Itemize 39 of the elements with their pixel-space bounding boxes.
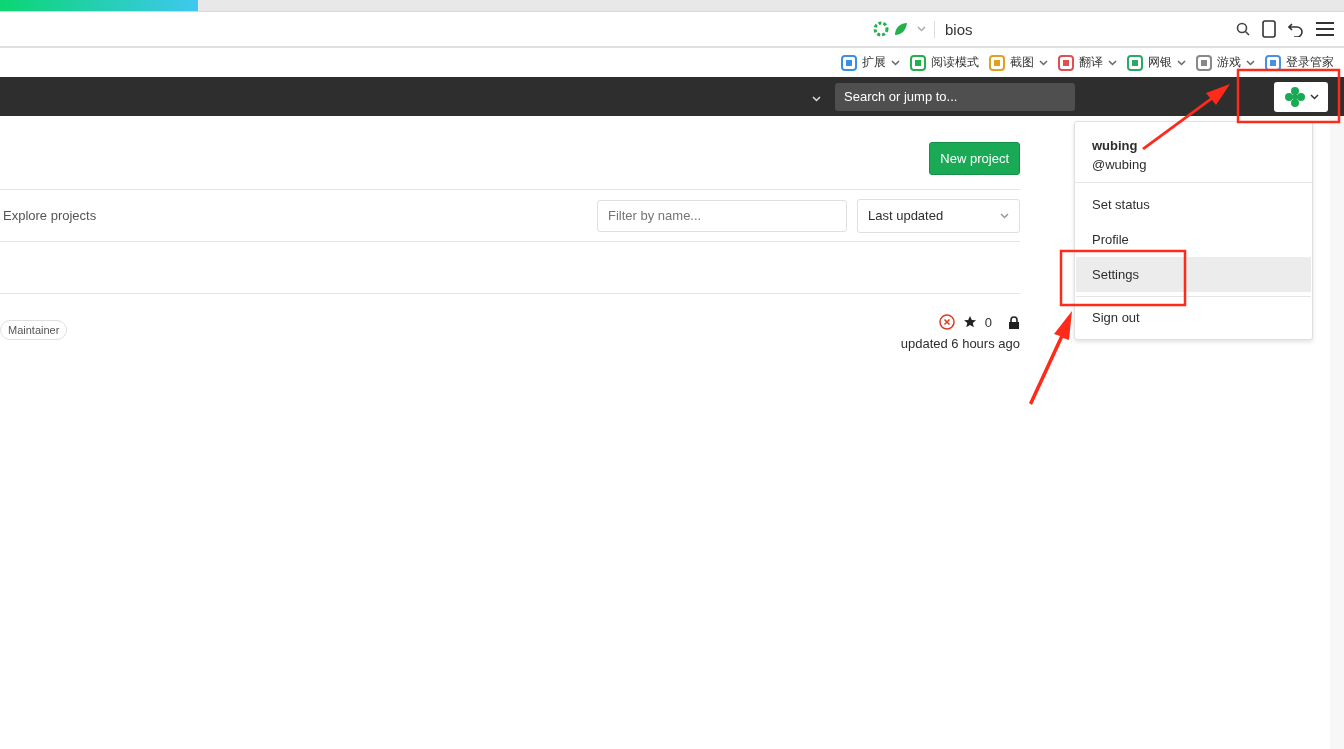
menu-item[interactable]: Profile: [1076, 222, 1311, 257]
failed-status-icon: [938, 314, 955, 330]
search-icon[interactable]: [1236, 22, 1250, 36]
phone-icon[interactable]: [1262, 20, 1276, 38]
avatar-button[interactable]: [1274, 81, 1328, 112]
menu-icon[interactable]: [1316, 22, 1334, 36]
avatar-icon: [1283, 85, 1306, 108]
bookmark-item[interactable]: 截图: [989, 54, 1048, 71]
menu-item[interactable]: Settings: [1076, 257, 1311, 292]
caret-icon: [1108, 59, 1117, 66]
filter-field[interactable]: Filter by name...: [597, 199, 847, 232]
caret-icon: [917, 26, 926, 32]
updated-time: updated 6 hours ago: [900, 336, 1020, 351]
caret-icon: [1177, 59, 1186, 66]
bookmark-item[interactable]: 翻译: [1058, 54, 1117, 71]
caret-icon: [1039, 59, 1048, 66]
bookmark-item[interactable]: 扩展: [841, 54, 900, 71]
menu-item[interactable]: Sign out: [1076, 296, 1311, 335]
user-name: wubing: [1092, 138, 1139, 153]
bookmark-item[interactable]: 游戏: [1196, 54, 1255, 71]
bookmark-item[interactable]: 阅读模式: [910, 54, 979, 71]
caret-icon: [1246, 59, 1255, 66]
caret-icon: [812, 95, 821, 102]
star-icon: [962, 315, 977, 329]
user-handle: @wubing: [1092, 157, 1148, 172]
caret-icon: [1309, 93, 1319, 100]
undo-icon[interactable]: [1288, 21, 1304, 37]
bookmark-item[interactable]: 网银: [1127, 54, 1186, 71]
lock-icon: [1008, 315, 1020, 329]
sort-dropdown[interactable]: Last updated: [857, 198, 1020, 233]
menu-item[interactable]: Set status: [1076, 187, 1311, 222]
search-field[interactable]: Search or jump to...: [835, 82, 1075, 111]
explore-projects-link[interactable]: Explore projects: [3, 208, 97, 223]
leaf-icon: [873, 21, 909, 37]
address-field[interactable]: bios: [934, 20, 1224, 38]
caret-icon: [1000, 212, 1009, 219]
bookmark-item[interactable]: 登录管家: [1265, 54, 1334, 71]
caret-icon: [891, 59, 900, 66]
star-count: 0: [984, 314, 992, 330]
